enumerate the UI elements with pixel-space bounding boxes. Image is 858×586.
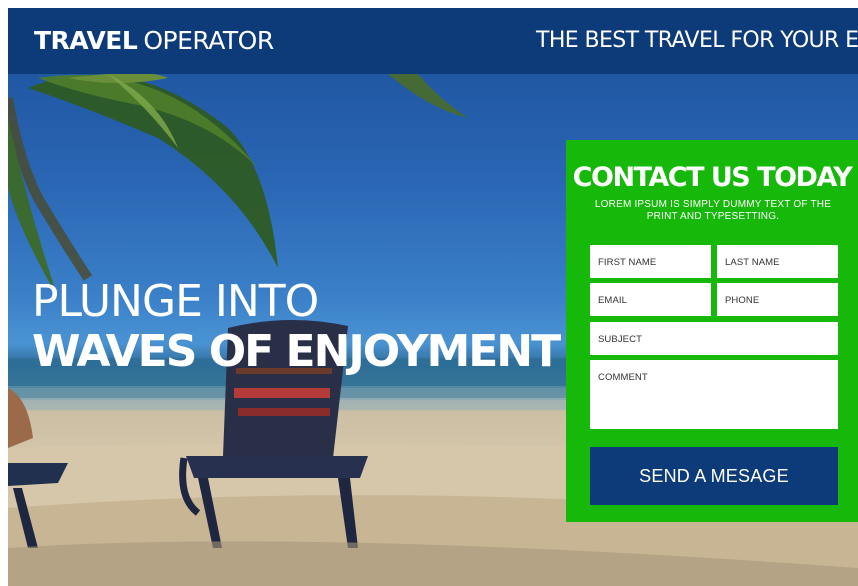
first-name-field[interactable]: FIRST NAME: [590, 245, 711, 278]
page: TRAVEL OPERATOR THE BEST TRAVEL FOR YOUR …: [8, 8, 858, 586]
hero-headline-line1: PLUNGE INTO: [32, 276, 319, 327]
header-tagline: THE BEST TRAVEL FOR YOUR ENJOY: [536, 28, 858, 53]
contact-form-panel: CONTACT US TODAY LOREM IPSUM IS SIMPLY D…: [566, 140, 858, 522]
subject-field[interactable]: SUBJECT: [590, 322, 838, 355]
phone-field[interactable]: PHONE: [717, 283, 838, 316]
logo-strong-text: TRAVEL: [34, 26, 138, 55]
send-message-button[interactable]: SEND A MESAGE: [590, 447, 838, 505]
logo-light-text: OPERATOR: [143, 26, 274, 55]
hero-headline-line2: WAVES OF ENJOYMENT: [32, 326, 561, 377]
brand-logo[interactable]: TRAVEL OPERATOR: [34, 26, 274, 55]
comment-field[interactable]: COMMENT: [590, 360, 838, 429]
email-field[interactable]: EMAIL: [590, 283, 711, 316]
last-name-field[interactable]: LAST NAME: [717, 245, 838, 278]
contact-subtitle: LOREM IPSUM IS SIMPLY DUMMY TEXT OF THE …: [594, 199, 832, 222]
contact-title: CONTACT US TODAY: [572, 162, 853, 193]
site-header: TRAVEL OPERATOR THE BEST TRAVEL FOR YOUR …: [8, 8, 858, 74]
